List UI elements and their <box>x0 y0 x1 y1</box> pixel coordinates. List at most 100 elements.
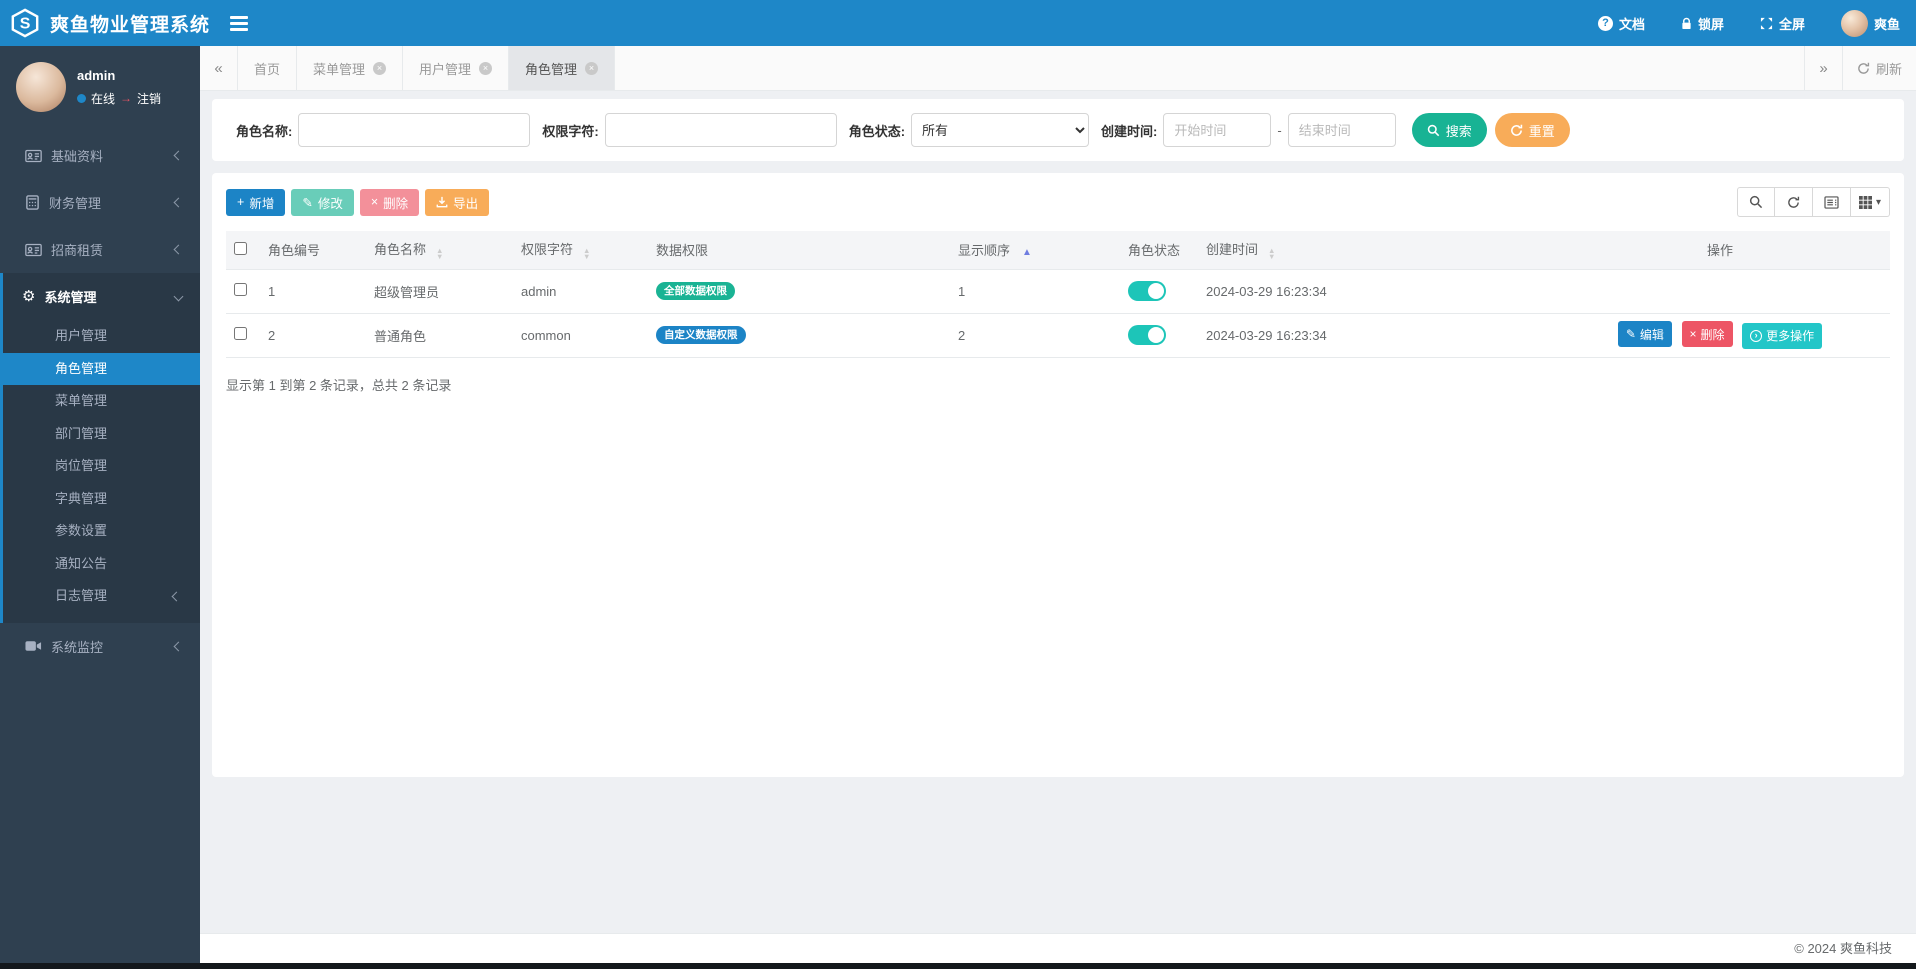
data-scope-badge: 全部数据权限 <box>656 281 735 301</box>
cell-created-time: 2024-03-29 16:23:34 <box>1198 269 1550 314</box>
tabs-scroll-left-button[interactable]: « <box>200 46 238 90</box>
navbar-username: 爽鱼 <box>1873 16 1900 32</box>
col-created-time: 创建时间 ▲ ▼ <box>1198 231 1550 270</box>
close-icon: × <box>370 195 379 209</box>
question-circle-icon: ? <box>1597 15 1613 31</box>
tab-role-mgmt[interactable]: 角色管理 × <box>509 46 616 90</box>
sidebar-item-basic-data[interactable]: 基础资料 <box>0 132 200 179</box>
sort-icon[interactable]: ▲ ▼ <box>583 247 590 261</box>
tab-menu-mgmt[interactable]: 菜单管理 × <box>297 46 404 90</box>
select-all-checkbox[interactable] <box>234 241 247 255</box>
record-count-summary: 显示第 1 到第 2 条记录，总共 2 条记录 <box>226 377 452 393</box>
reset-button[interactable]: 重置 <box>1494 113 1570 147</box>
fullscreen-label: 全屏 <box>1778 16 1805 32</box>
row-delete-button[interactable]: × 删除 <box>1681 321 1733 348</box>
sidebar-item-log-mgmt[interactable]: 日志管理 <box>3 580 200 613</box>
sidebar-item-user-mgmt[interactable]: 用户管理 <box>3 320 200 353</box>
row-edit-button[interactable]: ✎ 编辑 <box>1617 321 1672 348</box>
docs-link[interactable]: ? 文档 <box>1597 14 1645 33</box>
brand[interactable]: S 爽鱼物业管理系统 <box>0 8 210 38</box>
svg-text:S: S <box>20 16 31 33</box>
sidebar-item-post-mgmt[interactable]: 岗位管理 <box>3 450 200 483</box>
role-table-panel: + 新增 ✎ 修改 × 删除 导出 ▾ 角色编号 角色名称 ▲ ▼ 权限字符 ▲… <box>212 173 1904 777</box>
modify-button[interactable]: ✎ 修改 <box>291 188 354 216</box>
col-display-order: 显示顺序 ▲ <box>950 231 1120 270</box>
close-icon[interactable]: × <box>479 61 493 75</box>
cell-role-id: 1 <box>260 269 366 314</box>
id-card-icon <box>25 243 42 257</box>
chevron-circle-right-icon: › <box>1750 329 1763 342</box>
created-time-label: 创建时间: <box>1101 123 1158 139</box>
tab-user-mgmt[interactable]: 用户管理 × <box>403 46 510 90</box>
cell-perm-string: common <box>513 313 648 358</box>
date-range-separator: - <box>1277 122 1282 138</box>
detail-view-icon <box>1824 195 1839 209</box>
close-icon[interactable]: × <box>373 61 387 75</box>
top-navbar: S 爽鱼物业管理系统 ? 文档 锁屏 全屏 爽鱼 <box>0 0 1916 46</box>
sidebar-user-panel: admin 在线 → 注销 <box>0 46 200 124</box>
id-card-icon <box>25 149 42 163</box>
sidebar-menu: 基础资料 财务管理 招商租赁 ⚙ 系统管理 用户管理 角色管理 菜单管理 部门管… <box>0 132 200 670</box>
user-menu[interactable]: 爽鱼 <box>1840 9 1900 37</box>
row-checkbox[interactable] <box>234 327 247 340</box>
sidebar-item-leasing[interactable]: 招商租赁 <box>0 226 200 273</box>
sidebar-item-menu-mgmt[interactable]: 菜单管理 <box>3 385 200 418</box>
fullscreen-link[interactable]: 全屏 <box>1760 14 1805 33</box>
perm-string-label: 权限字符: <box>542 123 599 139</box>
refresh-tab-button[interactable]: 刷新 <box>1841 46 1916 90</box>
export-button[interactable]: 导出 <box>425 188 490 216</box>
search-button[interactable]: 搜索 <box>1411 113 1487 147</box>
table-row[interactable]: 1 超级管理员 admin 全部数据权限 1 2024-03-29 16:23:… <box>226 269 1890 314</box>
sidebar-item-system-monitor[interactable]: 系统监控 <box>0 623 200 670</box>
sort-icon[interactable]: ▲ ▼ <box>436 247 443 261</box>
delete-button[interactable]: × 删除 <box>359 188 420 216</box>
sidebar-item-system-mgmt[interactable]: ⚙ 系统管理 <box>3 273 200 320</box>
sidebar-item-label: 基础资料 <box>51 149 104 164</box>
end-time-input[interactable] <box>1287 113 1396 147</box>
columns-button[interactable]: ▾ <box>1850 187 1890 217</box>
tabs-scroll-right-button[interactable]: » <box>1803 46 1842 90</box>
tab-home[interactable]: 首页 <box>238 46 298 90</box>
toggle-search-button[interactable] <box>1736 187 1775 217</box>
lock-screen-link[interactable]: 锁屏 <box>1681 14 1724 33</box>
sort-icon[interactable]: ▲ ▼ <box>1268 247 1275 261</box>
sidebar-item-dict-mgmt[interactable]: 字典管理 <box>3 483 200 516</box>
user-avatar[interactable] <box>16 62 66 112</box>
add-button[interactable]: + 新增 <box>226 188 286 216</box>
detail-view-button[interactable] <box>1812 187 1851 217</box>
close-icon[interactable]: × <box>585 61 599 75</box>
sort-ascending-icon[interactable]: ▲ <box>1022 247 1032 258</box>
row-checkbox[interactable] <box>234 283 247 296</box>
role-status-toggle[interactable] <box>1128 325 1166 345</box>
refresh-label: 刷新 <box>1875 61 1902 77</box>
chevron-left-icon <box>173 244 184 255</box>
perm-string-input[interactable] <box>604 113 837 147</box>
role-name-input[interactable] <box>298 113 531 147</box>
hamburger-menu-icon[interactable] <box>230 15 249 31</box>
refresh-table-button[interactable] <box>1774 187 1813 217</box>
start-time-input[interactable] <box>1163 113 1272 147</box>
role-status-toggle[interactable] <box>1128 281 1166 301</box>
system-submenu: 用户管理 角色管理 菜单管理 部门管理 岗位管理 字典管理 参数设置 通知公告 … <box>0 320 200 623</box>
table-toolbar: + 新增 ✎ 修改 × 删除 导出 ▾ <box>226 187 1890 217</box>
cell-display-order: 2 <box>950 313 1120 358</box>
search-icon <box>1749 195 1763 209</box>
refresh-icon <box>1510 124 1523 137</box>
online-status-label: 在线 <box>91 91 116 106</box>
sidebar-item-param-settings[interactable]: 参数设置 <box>3 515 200 548</box>
logout-link[interactable]: 注销 <box>137 90 161 107</box>
role-status-select[interactable]: 所有 <box>911 113 1090 147</box>
sidebar-item-notice[interactable]: 通知公告 <box>3 548 200 581</box>
sidebar-item-finance[interactable]: 财务管理 <box>0 179 200 226</box>
cell-display-order: 1 <box>950 269 1120 314</box>
sidebar-item-dept-mgmt[interactable]: 部门管理 <box>3 418 200 451</box>
col-role-id: 角色编号 <box>260 231 366 270</box>
table-row[interactable]: 2 普通角色 common 自定义数据权限 2 2024-03-29 16:23… <box>226 313 1890 358</box>
sidebar-item-role-mgmt[interactable]: 角色管理 <box>0 352 200 385</box>
sidebar-group-system: ⚙ 系统管理 用户管理 角色管理 菜单管理 部门管理 岗位管理 字典管理 参数设… <box>0 273 200 623</box>
caret-down-icon: ▾ <box>1875 196 1881 208</box>
pencil-icon: ✎ <box>302 195 313 210</box>
refresh-icon <box>1787 196 1800 209</box>
role-name-label: 角色名称: <box>236 123 293 139</box>
row-more-actions-button[interactable]: › 更多操作 <box>1742 322 1823 349</box>
